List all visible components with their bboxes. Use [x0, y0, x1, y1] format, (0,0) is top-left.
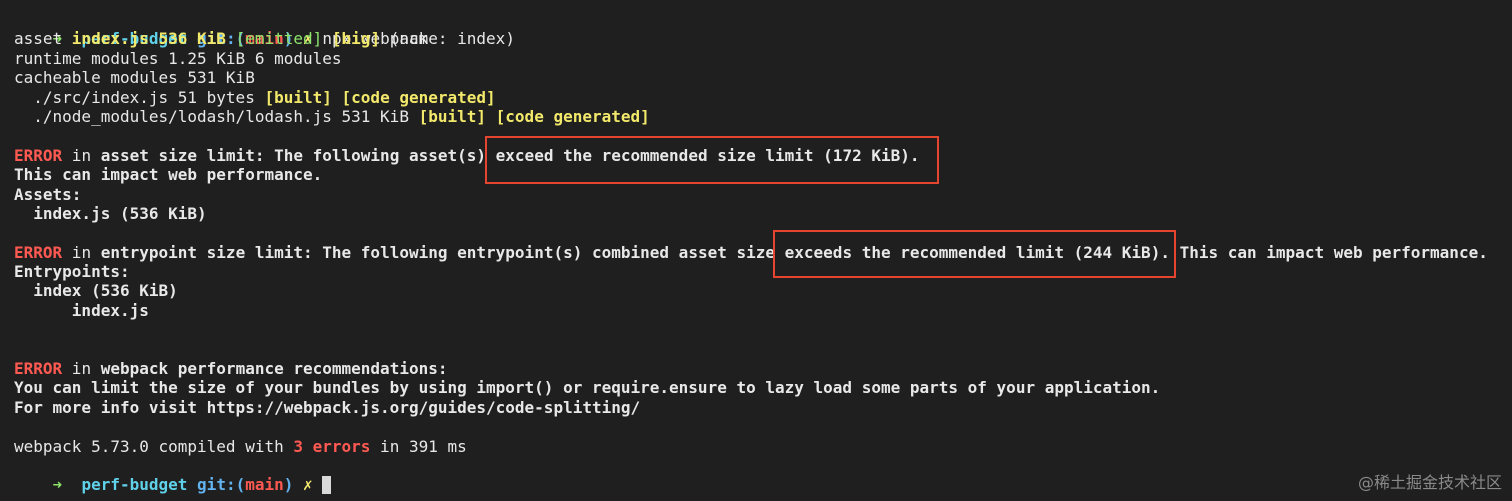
- error-detail-line: You can limit the size of your bundles b…: [14, 378, 1161, 398]
- error-detail-line: This can impact web performance.: [14, 165, 323, 185]
- error-detail-line: For more info visit https://webpack.js.o…: [14, 397, 641, 417]
- output-cacheable-line: cacheable modules 531 KiB: [14, 68, 255, 88]
- prompt-arrow-icon: ➜: [52, 475, 63, 495]
- terminal-window[interactable]: ➜ perf-budget git:(main) ✗ npx webpack a…: [0, 0, 1512, 501]
- error-title: entrypoint size limit: [100, 242, 303, 262]
- error-detail-line: Entrypoints:: [14, 262, 130, 282]
- prompt-dirty-mark-icon: ✗: [303, 475, 313, 495]
- module-built-tag: [built]: [418, 106, 487, 126]
- error-highlight-text: exceeds the recommended limit (244 KiB).: [784, 242, 1170, 262]
- error-asset-size-line: ERROR in asset size limit: The following…: [14, 145, 920, 165]
- error-label: ERROR: [14, 145, 63, 165]
- output-asset-line: asset index.js 536 KiB [emitted] [big] (…: [14, 29, 515, 49]
- error-label: ERROR: [14, 359, 63, 379]
- error-detail-line: Assets:: [14, 184, 82, 204]
- output-module-line: ./src/index.js 51 bytes [built] [code ge…: [14, 87, 496, 107]
- error-detail-line: index (536 KiB): [14, 281, 178, 301]
- error-title: asset size limit: [100, 145, 255, 165]
- prompt-branch: main: [245, 475, 284, 495]
- output-runtime-line: runtime modules 1.25 KiB 6 modules: [14, 48, 342, 68]
- error-count: 3 errors: [293, 436, 371, 456]
- watermark: @稀土掘金技术社区: [1357, 473, 1502, 492]
- error-highlight-text: exceed the recommended size limit (172 K…: [495, 145, 920, 165]
- prompt-line: ➜ perf-budget git:(main) ✗ npx webpack: [52, 29, 429, 49]
- error-entrypoint-size-line: ERROR in entrypoint size limit: The foll…: [14, 242, 1488, 262]
- module-generated-tag: [code generated]: [341, 87, 496, 107]
- error-recommendations-line: ERROR in webpack performance recommendat…: [14, 359, 448, 379]
- asset-big-tag: [big]: [331, 29, 381, 49]
- compile-summary-line: webpack 5.73.0 compiled with 3 errors in…: [14, 436, 467, 456]
- error-detail-line: index.js (536 KiB): [14, 203, 207, 223]
- module-built-tag: [built]: [264, 87, 332, 107]
- prompt-line[interactable]: ➜ perf-budget git:(main) ✗: [14, 456, 1512, 495]
- error-title: webpack performance recommendations: [100, 359, 438, 379]
- error-detail-line: index.js: [14, 300, 149, 320]
- module-generated-tag: [code generated]: [495, 106, 650, 126]
- terminal-cursor[interactable]: [322, 476, 332, 495]
- output-module-line: ./node_modules/lodash/lodash.js 531 KiB …: [14, 106, 650, 126]
- asset-name-size: index.js 536 KiB: [71, 29, 226, 49]
- asset-emitted-tag: [emitted]: [235, 29, 323, 49]
- error-label: ERROR: [14, 242, 63, 262]
- prompt-git-label: git:: [197, 475, 236, 495]
- prompt-directory: perf-budget: [81, 475, 188, 495]
